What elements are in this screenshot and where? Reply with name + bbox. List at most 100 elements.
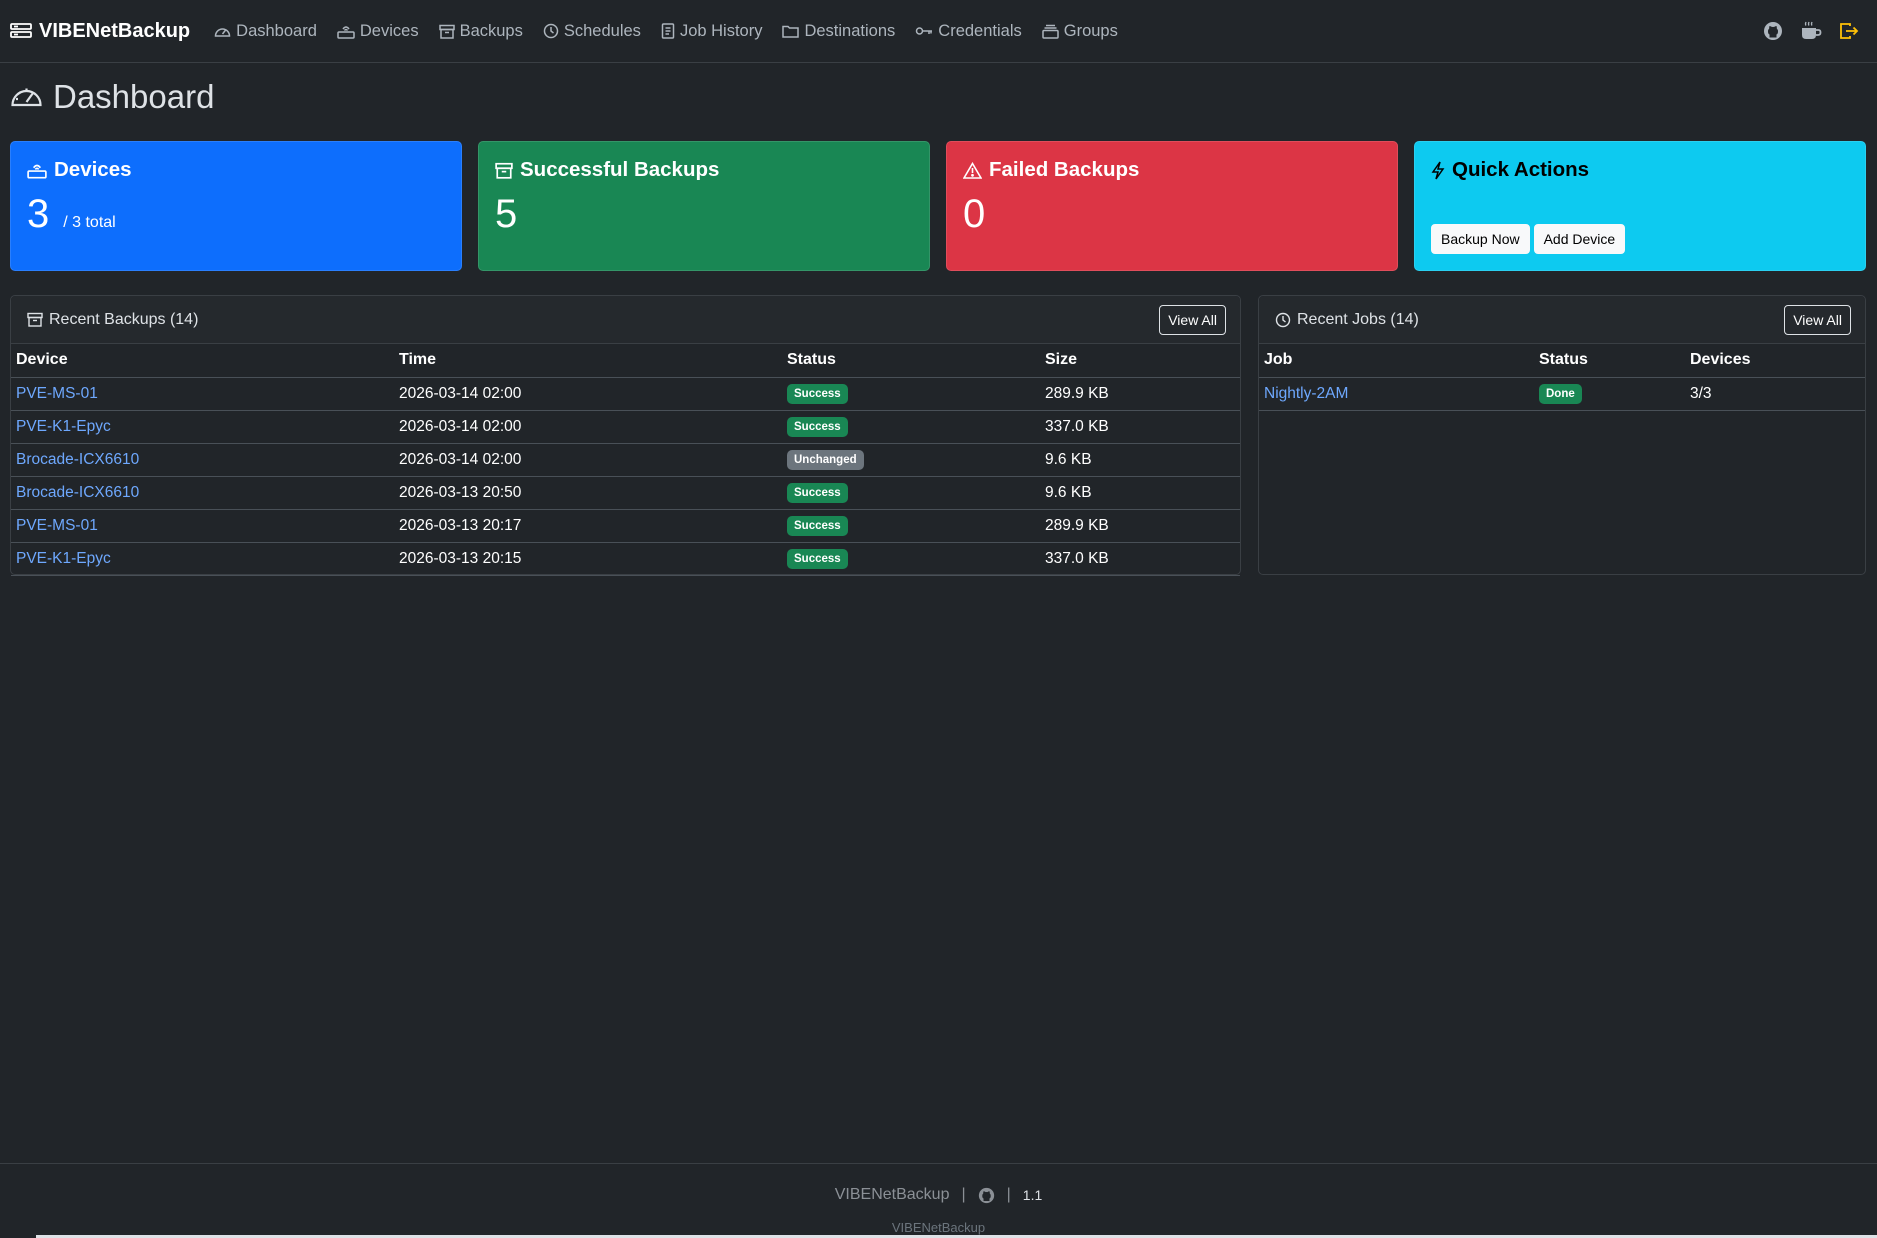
table-header-row: Device Time Status Size: [11, 344, 1240, 378]
nav-item-groups[interactable]: Groups: [1032, 22, 1128, 41]
job-link[interactable]: Nightly-2AM: [1264, 385, 1348, 402]
backup-size: 337.0 KB: [1040, 542, 1240, 576]
nav-item-destinations[interactable]: Destinations: [772, 22, 905, 41]
archive-icon: [27, 312, 43, 327]
card-header: Quick Actions: [1431, 158, 1849, 182]
recent-jobs-panel: Recent Jobs (14) View All Job Status Dev…: [1258, 295, 1866, 575]
backup-size: 337.0 KB: [1040, 410, 1240, 444]
nav-right: [1763, 21, 1867, 41]
card-title: Quick Actions: [1452, 158, 1590, 181]
card-value-row: 5: [495, 190, 913, 238]
status-badge: Success: [787, 383, 848, 404]
nav-item-devices[interactable]: Devices: [327, 22, 429, 41]
router-icon: [337, 24, 355, 39]
speedometer-icon: [214, 24, 231, 39]
table-row: PVE-MS-01 2026-03-14 02:00 Success 289.9…: [11, 377, 1240, 411]
panel-title: Recent Backups (14): [27, 311, 198, 329]
card-header: Devices: [27, 158, 445, 182]
page-title: Dashboard: [10, 78, 214, 116]
column-header: Device: [11, 344, 394, 378]
panel-title-text: Recent Jobs (14): [1297, 310, 1419, 328]
status-badge: Success: [787, 548, 848, 569]
lightning-icon: [1431, 161, 1445, 180]
nav-item-schedules[interactable]: Schedules: [533, 22, 651, 41]
nav-item-backups[interactable]: Backups: [429, 22, 533, 41]
table-row: PVE-K1-Epyc 2026-03-14 02:00 Success 337…: [11, 410, 1240, 444]
nav-label: Groups: [1063, 21, 1118, 40]
column-header: Size: [1040, 344, 1240, 378]
device-link[interactable]: Brocade-ICX6610: [16, 484, 139, 501]
device-link[interactable]: Brocade-ICX6610: [16, 451, 139, 468]
navbar: VIBENetBackup Dashboard Devices Backups …: [0, 0, 1877, 63]
brand[interactable]: VIBENetBackup: [10, 20, 190, 43]
footer-line: VIBENetBackup | | 1.1: [0, 1186, 1877, 1204]
status-badge: Unchanged: [787, 449, 864, 470]
nav-label: Dashboard: [236, 21, 317, 40]
backup-time: 2026-03-13 20:17: [394, 509, 782, 543]
nav-label: Destinations: [804, 21, 896, 40]
status-badge: Success: [787, 482, 848, 503]
table-row: Brocade-ICX6610 2026-03-14 02:00 Unchang…: [11, 443, 1240, 477]
brand-name: VIBENetBackup: [39, 19, 191, 42]
nav-item-credentials[interactable]: Credentials: [905, 22, 1031, 41]
backup-time: 2026-03-14 02:00: [394, 377, 782, 411]
table-header-row: Job Status Devices: [1259, 344, 1865, 378]
column-header: Time: [394, 344, 782, 378]
stat-cards: Devices 3 / 3 total Successful Backups 5…: [10, 141, 1866, 271]
clock-icon: [1275, 312, 1291, 328]
column-header: Status: [782, 344, 1040, 378]
backup-now-button[interactable]: Backup Now: [1431, 224, 1530, 254]
view-all-backups-button[interactable]: View All: [1159, 304, 1226, 335]
footer-app-name: VIBENetBackup: [834, 1186, 950, 1203]
router-icon: [27, 162, 47, 179]
view-all-jobs-button[interactable]: View All: [1784, 304, 1851, 335]
footer-separator: |: [961, 1186, 966, 1203]
recent-backups-table: Device Time Status Size PVE-MS-01 2026-0…: [11, 344, 1240, 576]
card-title: Devices: [54, 158, 132, 181]
github-icon[interactable]: [978, 1187, 995, 1204]
failed-count: 0: [963, 192, 986, 236]
footer-subtext: VIBENetBackup: [891, 1220, 986, 1235]
devices-total: / 3 total: [63, 214, 116, 231]
devices-card: Devices 3 / 3 total: [10, 141, 462, 271]
page-title-text: Dashboard: [53, 78, 215, 115]
successful-backups-card: Successful Backups 5: [478, 141, 930, 271]
footer-separator: |: [1006, 1186, 1011, 1203]
folder-icon: [782, 24, 800, 38]
backup-time: 2026-03-13 20:50: [394, 476, 782, 510]
nav-label: Devices: [359, 21, 419, 40]
quick-actions-buttons: Backup Now Add Device: [1431, 224, 1626, 254]
failed-backups-card: Failed Backups 0: [946, 141, 1398, 271]
devices-count: 3: [27, 192, 50, 236]
github-icon[interactable]: [1763, 21, 1783, 41]
column-header: Job: [1259, 344, 1534, 378]
nav-item-job-history[interactable]: Job History: [651, 22, 773, 41]
speedometer-icon: [10, 83, 43, 111]
warning-icon: [963, 161, 982, 179]
backup-size: 9.6 KB: [1040, 443, 1240, 477]
nav-menu: Dashboard Devices Backups Schedules Job …: [204, 22, 1128, 41]
add-device-button[interactable]: Add Device: [1533, 224, 1626, 254]
nav-item-dashboard[interactable]: Dashboard: [204, 22, 327, 41]
device-link[interactable]: PVE-MS-01: [16, 385, 98, 402]
nav-label: Schedules: [563, 21, 641, 40]
card-value-row: 3 / 3 total: [27, 190, 445, 247]
status-badge: Success: [787, 515, 848, 536]
logout-icon[interactable]: [1839, 22, 1859, 40]
backup-size: 289.9 KB: [1040, 509, 1240, 543]
device-link[interactable]: PVE-MS-01: [16, 517, 98, 534]
backup-size: 9.6 KB: [1040, 476, 1240, 510]
panel-title-text: Recent Backups (14): [49, 310, 199, 328]
status-badge: Success: [787, 416, 848, 437]
nav-label: Credentials: [938, 21, 1022, 40]
archive-icon: [495, 162, 513, 179]
status-badge: Done: [1539, 383, 1582, 404]
panel-header: Recent Backups (14) View All: [11, 296, 1240, 344]
collection-icon: [1042, 24, 1059, 39]
panel-header: Recent Jobs (14) View All: [1259, 296, 1865, 344]
device-link[interactable]: PVE-K1-Epyc: [16, 550, 111, 567]
device-link[interactable]: PVE-K1-Epyc: [16, 418, 111, 435]
coffee-cup-icon[interactable]: [1800, 21, 1822, 41]
column-header: Devices: [1685, 344, 1865, 378]
backup-time: 2026-03-13 20:15: [394, 542, 782, 576]
